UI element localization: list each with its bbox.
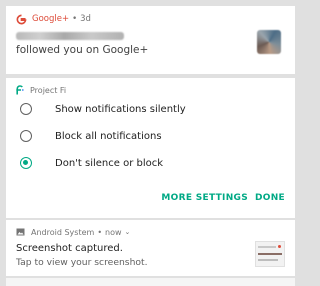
screenshot-thumbnail[interactable] xyxy=(255,241,285,267)
done-button[interactable]: DONE xyxy=(255,193,285,203)
more-settings-button[interactable]: MORE SETTINGS xyxy=(161,193,248,203)
project-fi-header: Project Fi xyxy=(16,84,66,96)
header-separator: • xyxy=(72,14,78,24)
google-plus-icon xyxy=(16,14,27,24)
option-dont-silence[interactable]: Don't silence or block xyxy=(20,152,163,174)
option-show-silently[interactable]: Show notifications silently xyxy=(20,98,186,120)
option-label: Block all notifications xyxy=(55,130,162,142)
project-fi-settings-card: Project Fi Show notifications silently B… xyxy=(6,78,295,218)
avatar xyxy=(257,30,281,54)
screenshot-notification[interactable]: Android System • now ⌄ Screenshot captur… xyxy=(6,220,295,276)
radio-show-silently[interactable] xyxy=(20,103,32,115)
blurred-sender-name xyxy=(16,32,124,40)
system-app-name: Android System xyxy=(31,227,95,237)
notification-shade: Google+ • 3d followed you on Google+ Pro… xyxy=(0,0,305,286)
radio-block-all[interactable] xyxy=(20,130,32,142)
gplus-notification-header: Google+ • 3d xyxy=(16,13,91,25)
option-block-all[interactable]: Block all notifications xyxy=(20,125,162,147)
screenshot-subtitle: Tap to view your screenshot. xyxy=(16,257,148,268)
next-notification-edge xyxy=(6,278,295,286)
image-icon xyxy=(16,228,25,236)
gplus-message: followed you on Google+ xyxy=(16,44,149,56)
gplus-app-name: Google+ xyxy=(32,14,70,24)
system-time: now xyxy=(105,227,122,237)
project-fi-icon xyxy=(16,85,24,95)
gplus-time: 3d xyxy=(80,14,91,24)
gplus-notification[interactable]: Google+ • 3d followed you on Google+ xyxy=(6,6,295,74)
system-notification-header: Android System • now ⌄ xyxy=(16,226,130,238)
radio-dont-silence[interactable] xyxy=(20,157,32,169)
project-fi-app-name: Project Fi xyxy=(30,85,67,95)
header-separator: • xyxy=(97,227,103,237)
option-label: Show notifications silently xyxy=(55,103,186,115)
chevron-down-icon[interactable]: ⌄ xyxy=(125,228,131,236)
screenshot-title: Screenshot captured. xyxy=(16,243,123,254)
option-label: Don't silence or block xyxy=(55,157,164,169)
